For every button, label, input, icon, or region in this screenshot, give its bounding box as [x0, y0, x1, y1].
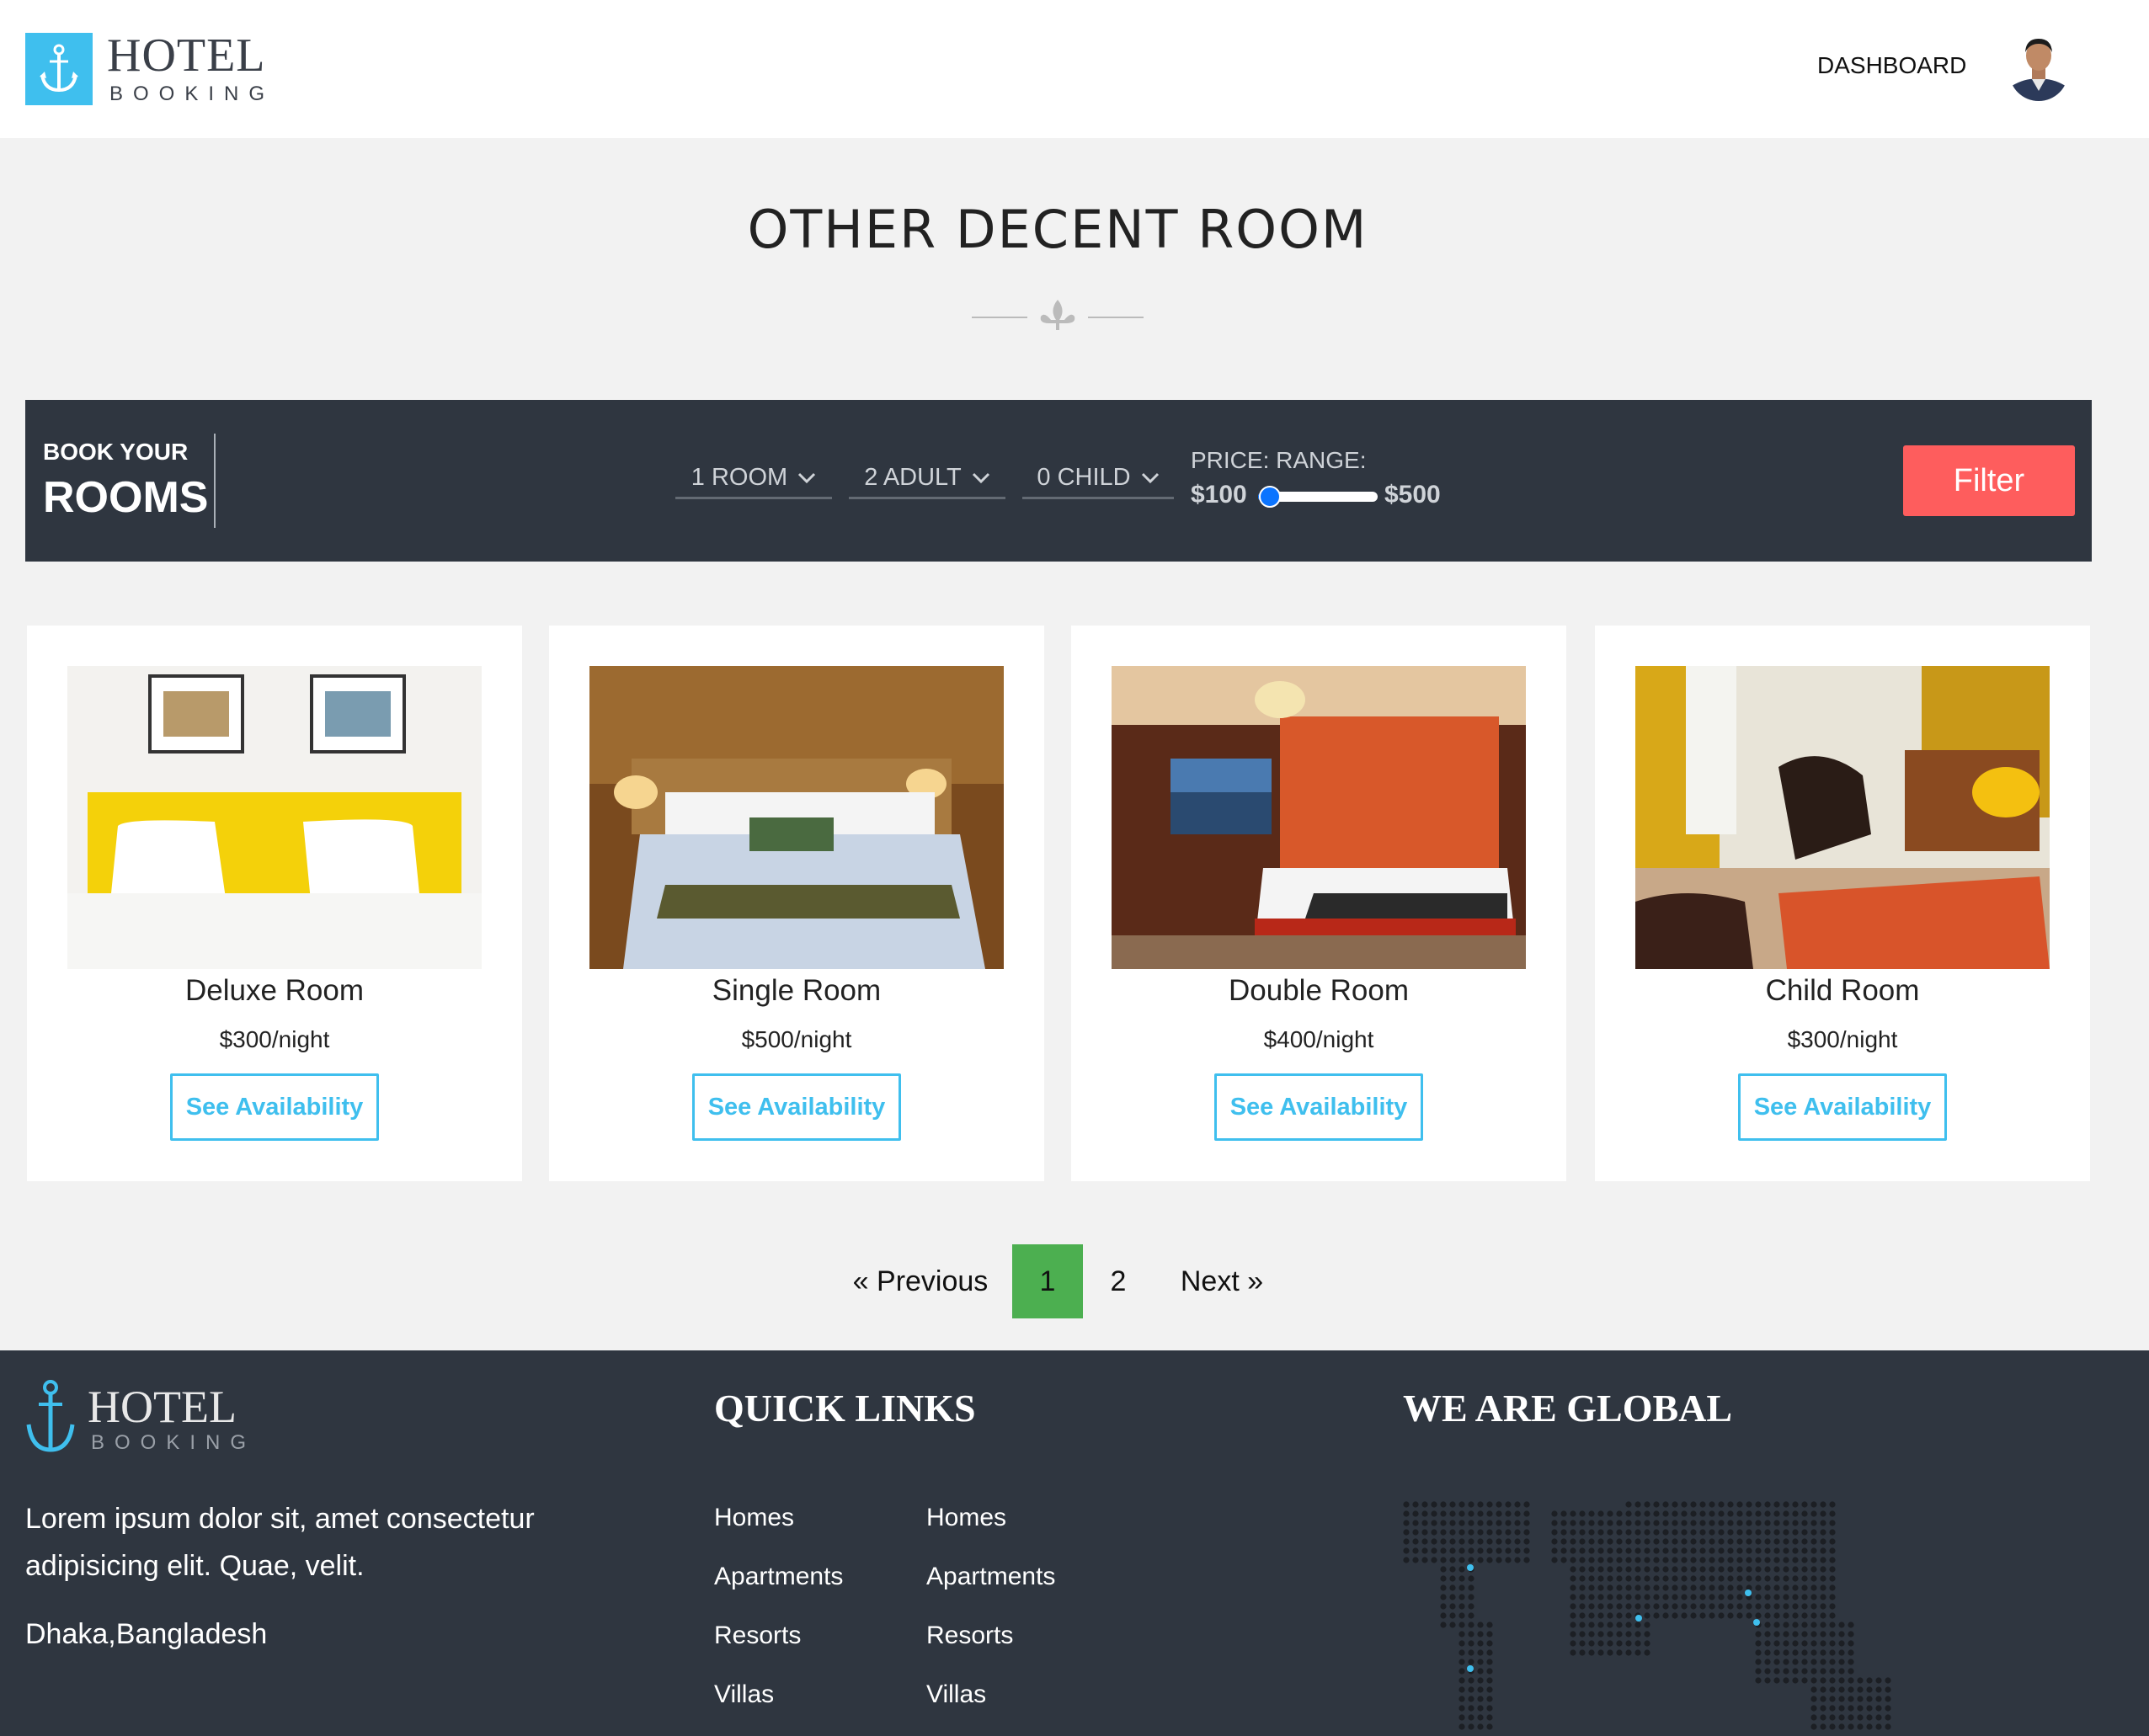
room-card: Double Room $400/night See Availability	[1071, 626, 1566, 1181]
room-name: Double Room	[1229, 974, 1409, 1007]
logo-title: HOTEL	[107, 29, 266, 82]
booking-label-top: BOOK YOUR	[43, 439, 189, 465]
room-card: Single Room $500/night See Availability	[549, 626, 1044, 1181]
children-select[interactable]: 0 CHILD	[1022, 459, 1174, 499]
anchor-logo-icon[interactable]	[25, 33, 93, 105]
see-availability-button[interactable]: See Availability	[1738, 1073, 1947, 1141]
rooms-select-value: 1 ROOM	[691, 464, 788, 491]
price-max-value: $500	[1384, 481, 1441, 509]
room-card: Deluxe Room $300/night See Availability	[27, 626, 522, 1181]
rooms-select[interactable]: 1 ROOM	[675, 459, 832, 499]
chevron-down-icon	[972, 472, 989, 483]
footer-link-homes[interactable]: Homes	[714, 1504, 794, 1532]
room-price: $400/night	[1263, 1026, 1374, 1052]
section-title: OTHER DECENT ROOM	[747, 199, 1368, 260]
see-availability-button[interactable]: See Availability	[1214, 1073, 1423, 1141]
quick-links-heading: QUICK LINKS	[714, 1387, 976, 1430]
chevron-down-icon	[1141, 472, 1159, 483]
footer-link-apartments[interactable]: Apartments	[926, 1563, 1055, 1591]
footer-link-villas[interactable]: Villas	[714, 1680, 774, 1709]
room-price: $500/night	[741, 1026, 852, 1052]
footer-link-homes[interactable]: Homes	[926, 1504, 1006, 1532]
room-name: Deluxe Room	[184, 974, 365, 1007]
room-image[interactable]	[67, 666, 482, 969]
world-map-icon	[1403, 1492, 1908, 1736]
room-price: $300/night	[219, 1026, 330, 1052]
room-image[interactable]	[1635, 666, 2050, 969]
slider-thumb[interactable]	[1259, 486, 1282, 508]
adults-select[interactable]: 2 ADULT	[849, 459, 1005, 499]
footer-logo-title: HOTEL	[88, 1382, 237, 1432]
chevron-down-icon	[798, 472, 816, 483]
footer-description: Lorem ipsum dolor sit, amet consectetur …	[25, 1503, 535, 1582]
anchor-logo-icon[interactable]	[25, 1376, 76, 1464]
room-name: Child Room	[1765, 974, 1920, 1007]
user-avatar[interactable]	[2009, 32, 2068, 101]
top-header: HOTEL BOOKING DASHBOARD	[0, 0, 2149, 138]
footer-logo-subtitle: BOOKING	[91, 1431, 257, 1454]
footer-link-resorts[interactable]: Resorts	[714, 1622, 801, 1650]
booking-separator	[214, 434, 216, 528]
room-image[interactable]	[1112, 666, 1526, 969]
pagination-page-1[interactable]: 1	[1012, 1244, 1083, 1318]
we-are-global-heading: WE ARE GLOBAL	[1403, 1387, 1733, 1430]
children-select-value: 0 CHILD	[1037, 464, 1131, 491]
pagination-page-2[interactable]: 2	[1083, 1244, 1154, 1318]
booking-label-main: ROOMS	[43, 473, 209, 522]
logo-subtitle: BOOKING	[109, 83, 275, 105]
nav-dashboard-link[interactable]: DASHBOARD	[1817, 52, 1966, 79]
price-range-slider[interactable]	[1258, 486, 1378, 508]
fleur-de-lis-divider-icon	[968, 295, 1147, 337]
booking-bar: BOOK YOUR ROOMS 1 ROOM 2 ADULT 0 CHILD P…	[25, 400, 2092, 562]
footer: HOTEL BOOKING Lorem ipsum dolor sit, ame…	[0, 1350, 2149, 1736]
adults-select-value: 2 ADULT	[864, 464, 962, 491]
see-availability-button[interactable]: See Availability	[170, 1073, 379, 1141]
price-range-label: PRICE: RANGE:	[1191, 447, 1367, 473]
room-image[interactable]	[589, 666, 1004, 969]
room-price: $300/night	[1787, 1026, 1898, 1052]
pagination-next[interactable]: Next »	[1167, 1244, 1277, 1318]
pagination-previous[interactable]: « Previous	[842, 1244, 999, 1318]
footer-link-apartments[interactable]: Apartments	[714, 1563, 843, 1591]
footer-link-resorts[interactable]: Resorts	[926, 1622, 1013, 1650]
room-name: Single Room	[712, 974, 882, 1007]
footer-link-villas[interactable]: Villas	[926, 1680, 986, 1709]
price-min-value: $100	[1191, 481, 1247, 509]
see-availability-button[interactable]: See Availability	[692, 1073, 901, 1141]
footer-address: Dhaka,Bangladesh	[25, 1618, 268, 1650]
filter-button[interactable]: Filter	[1903, 445, 2075, 516]
room-card: Child Room $300/night See Availability	[1595, 626, 2090, 1181]
